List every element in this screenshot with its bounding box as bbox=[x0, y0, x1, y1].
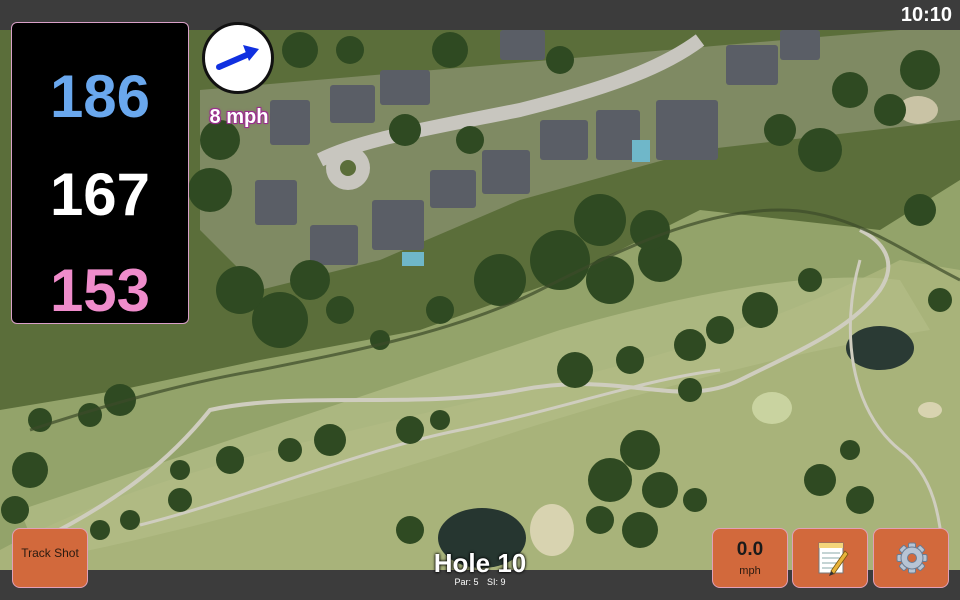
distance-front: 153 bbox=[49, 257, 151, 324]
distance-panel: 186 167 153 bbox=[11, 22, 189, 324]
distance-middle: 167 bbox=[49, 161, 151, 228]
speed-value: 0.0 bbox=[736, 539, 764, 560]
notepad-icon bbox=[818, 542, 849, 576]
notes-button[interactable] bbox=[792, 528, 868, 588]
stroke-index-label: SI: 9 bbox=[487, 577, 506, 587]
clock: 10:10 bbox=[900, 4, 952, 26]
par-label: Par: 5 bbox=[454, 577, 479, 587]
wind-speed-label: 8 mph bbox=[209, 106, 269, 128]
settings-button[interactable] bbox=[873, 528, 949, 588]
distance-back: 186 bbox=[49, 63, 151, 130]
speed-unit: mph bbox=[739, 565, 761, 577]
hole-info: Par: 5 SI: 9 bbox=[380, 577, 580, 587]
wind-direction-arrow-icon bbox=[216, 45, 259, 70]
wind-direction-indicator bbox=[202, 22, 274, 94]
gear-icon bbox=[896, 542, 928, 574]
hole-title: Hole 10 bbox=[433, 548, 527, 578]
track-shot-button[interactable]: Track Shot bbox=[12, 528, 88, 588]
speed-button[interactable]: 0.0 mph bbox=[712, 528, 788, 588]
